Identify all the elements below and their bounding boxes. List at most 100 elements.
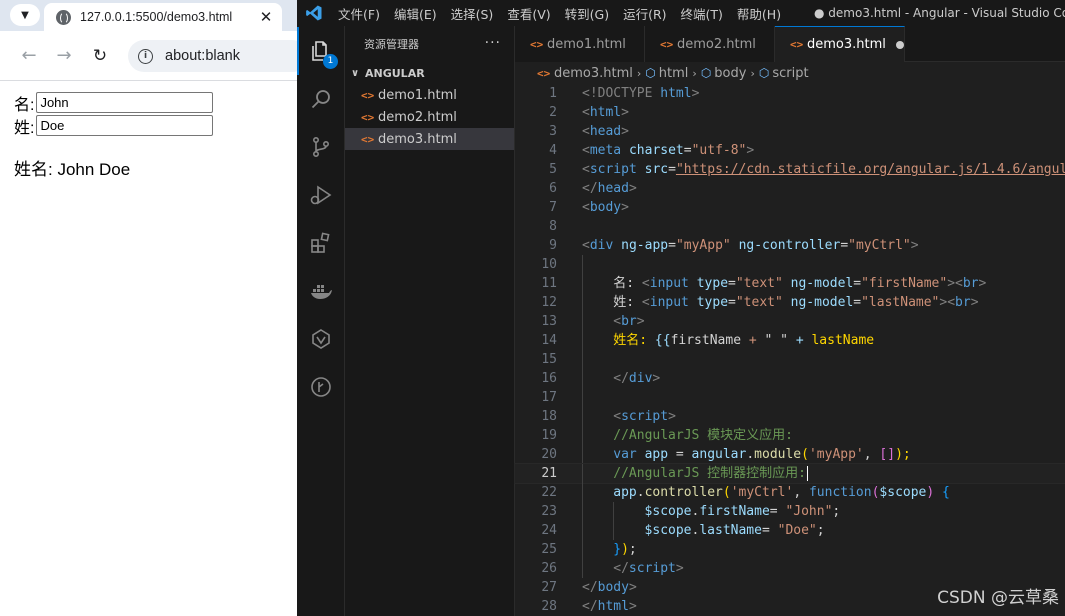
code-line[interactable]: 18 <script> <box>515 407 1065 426</box>
explorer-header: 资源管理器 ··· <box>345 26 514 62</box>
code-line[interactable]: 13 <br> <box>515 312 1065 331</box>
code-line[interactable]: 6 </head> <box>515 179 1065 198</box>
code-token: > <box>628 580 637 595</box>
code-line[interactable]: 11 名: <input type="text" ng-model="firstN… <box>515 274 1065 293</box>
html-file-icon: <> <box>361 132 375 146</box>
breadcrumb-file[interactable]: demo3.html <box>554 66 633 81</box>
code-text: $scope.firstName= "John"; <box>645 502 841 521</box>
code-token: firstName <box>670 333 742 348</box>
menu-view[interactable]: 查看(V) <box>500 4 557 23</box>
reload-button[interactable]: ↻ <box>88 44 112 68</box>
source-control-icon[interactable] <box>297 123 345 171</box>
line-number: 21 <box>541 466 557 481</box>
code-token: 'myApp' <box>808 447 864 462</box>
code-token: $scope <box>644 523 692 538</box>
code-line[interactable]: 3 <head> <box>515 122 1065 141</box>
file-demo3[interactable]: <> demo3.html <box>345 128 514 150</box>
vscode-window: 文件(F) 编辑(E) 选择(S) 查看(V) 转到(G) 运行(R) 终端(T… <box>297 0 1065 616</box>
code-line[interactable]: 2 <html> <box>515 103 1065 122</box>
run-debug-icon[interactable] <box>297 171 345 219</box>
code-line[interactable]: 21 //AngularJS 控制器控制应用: <box>514 463 1065 484</box>
browser-tab-strip: ▼ 127.0.0.1:5500/demo3.html ✕ <box>0 0 297 31</box>
browser-tab[interactable]: 127.0.0.1:5500/demo3.html ✕ <box>44 3 282 31</box>
breadcrumb-script[interactable]: script <box>772 66 808 81</box>
tab-label: demo1.html <box>547 36 626 52</box>
code-line[interactable]: 14 姓名: {{firstName + " " + lastName <box>515 331 1065 350</box>
menu-go[interactable]: 转到(G) <box>558 4 616 23</box>
code-comment: //AngularJS 控制器控制应用: <box>613 466 807 481</box>
code-line[interactable]: 20 var app = angular.module('myApp', []); <box>515 445 1065 464</box>
breadcrumb-body[interactable]: body <box>714 66 746 81</box>
address-bar[interactable]: i about:blank <box>128 40 297 72</box>
code-line[interactable]: 16 </div> <box>515 369 1065 388</box>
code-line[interactable]: 19 //AngularJS 模块定义应用: <box>515 426 1065 445</box>
code-token: {{ <box>654 333 671 348</box>
code-token: 姓: <box>613 295 642 310</box>
code-line[interactable]: 17 <box>515 388 1065 407</box>
menu-file[interactable]: 文件(F) <box>331 4 387 23</box>
tab-search-button[interactable]: ▼ <box>10 4 40 26</box>
code-token: </ <box>613 561 629 576</box>
code-line[interactable]: 25}); <box>515 540 1065 559</box>
line-number: 9 <box>549 238 557 253</box>
menu-help[interactable]: 帮助(H) <box>730 4 788 23</box>
git-graph-icon[interactable] <box>297 363 345 411</box>
indent-guide <box>582 274 583 293</box>
code-token: < <box>582 238 590 253</box>
docker-icon[interactable] <box>297 267 345 315</box>
explorer-icon[interactable]: 1 <box>297 27 345 75</box>
vscode-logo-icon <box>297 0 331 26</box>
indent-guide <box>582 293 583 312</box>
full-name-output: 姓名: John Doe <box>14 160 131 179</box>
back-button[interactable]: ← <box>17 44 41 68</box>
more-actions-icon[interactable]: ··· <box>485 35 501 51</box>
code-line[interactable]: 9 <div ng-app="myApp" ng-controller="myCt… <box>515 236 1065 255</box>
last-name-input[interactable] <box>36 115 214 136</box>
tab-demo3[interactable]: <> demo3.html <box>775 26 905 62</box>
tab-demo2[interactable]: <> demo2.html <box>645 26 775 62</box>
code-line[interactable]: 12 姓: <input type="text" ng-model="lastNa… <box>515 293 1065 312</box>
code-line[interactable]: 7 <body> <box>515 198 1065 217</box>
menu-edit[interactable]: 编辑(E) <box>387 4 444 23</box>
close-tab-icon[interactable]: ✕ <box>256 8 276 26</box>
code-editor[interactable]: 1 <!DOCTYPE html> 2 <html> 3 <head> 4 <meta cha… <box>514 84 1065 616</box>
menu-selection[interactable]: 选择(S) <box>444 4 501 23</box>
code-token: controller <box>644 485 723 500</box>
code-token: script <box>621 409 669 424</box>
html-file-icon: <> <box>660 37 674 51</box>
code-line[interactable]: 15 <box>515 350 1065 369</box>
forward-button[interactable]: → <box>52 44 76 68</box>
first-name-input[interactable] <box>36 92 214 113</box>
code-token: > <box>652 371 661 386</box>
menu-run[interactable]: 运行(R) <box>616 4 673 23</box>
browser-tab-title: 127.0.0.1:5500/demo3.html <box>80 10 233 24</box>
folder-angular[interactable]: ∨ ANGULAR <box>345 62 514 84</box>
extensions-icon[interactable] <box>297 219 345 267</box>
code-line[interactable]: 8 <box>515 217 1065 236</box>
code-text: <script> <box>613 407 676 426</box>
code-line[interactable]: 10 <box>515 255 1065 274</box>
code-line[interactable]: 26 </script> <box>515 559 1065 578</box>
search-icon[interactable] <box>297 75 345 123</box>
code-line[interactable]: 5 <script src="https://cdn.staticfile.org… <box>515 160 1065 179</box>
info-icon[interactable]: i <box>138 48 153 64</box>
code-line[interactable]: 4 <meta charset="utf-8"> <box>515 141 1065 160</box>
tab-demo1[interactable]: <> demo1.html <box>515 26 645 62</box>
code-line[interactable]: 1 <!DOCTYPE html> <box>515 84 1065 103</box>
code-text: <body> <box>582 198 629 217</box>
file-demo2[interactable]: <> demo2.html <box>345 106 514 128</box>
code-line[interactable]: 22 app.controller('myCtrl', function($sco… <box>515 483 1065 502</box>
code-text: <script src="https://cdn.staticfile.org/… <box>582 160 1065 179</box>
code-token: input <box>649 276 689 291</box>
code-token: </ <box>582 599 598 614</box>
code-text: 姓名: {{firstName + " " + lastName <box>613 331 874 350</box>
menu-terminal[interactable]: 终端(T) <box>674 4 730 23</box>
code-token: < <box>582 162 590 177</box>
code-line[interactable]: 23 $scope.firstName= "John"; <box>515 502 1065 521</box>
breadcrumb-html[interactable]: html <box>659 66 689 81</box>
remote-explorer-icon[interactable] <box>297 315 345 363</box>
file-demo1[interactable]: <> demo1.html <box>345 84 514 106</box>
unsaved-dot-icon[interactable] <box>895 40 904 49</box>
code-line[interactable]: 24 $scope.lastName= "Doe"; <box>515 521 1065 540</box>
